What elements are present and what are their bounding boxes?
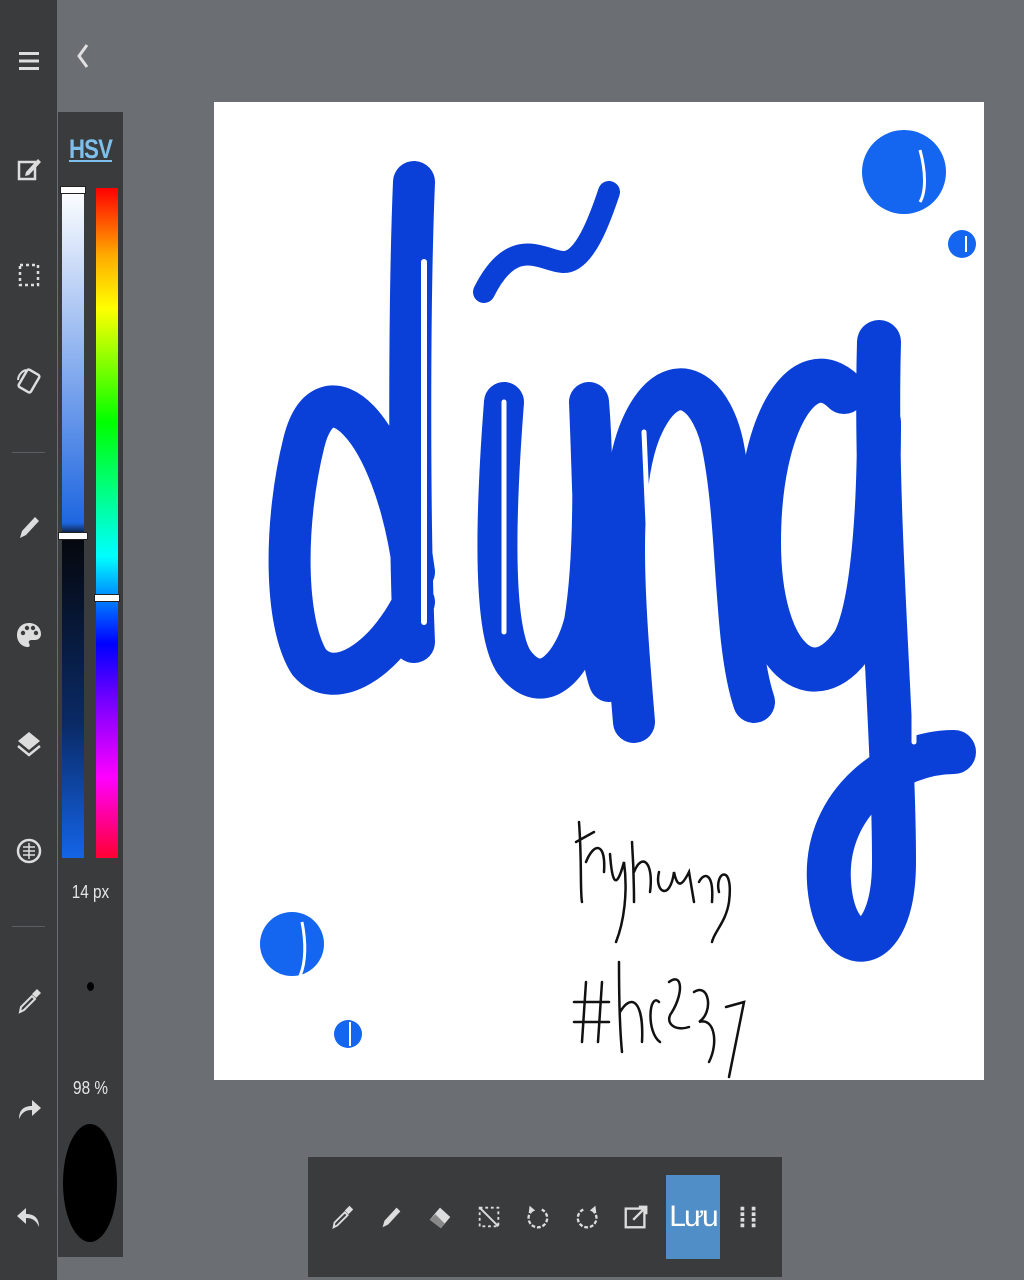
materials-icon [16, 838, 42, 864]
letter-u-stroke [477, 382, 629, 702]
eyedropper-icon [18, 989, 41, 1014]
sv-slider-thumb[interactable] [58, 532, 88, 541]
eyedropper-icon [332, 1205, 354, 1229]
pen-icon [20, 517, 39, 538]
color-panel: HSV 14 px 98 % [58, 112, 123, 1257]
brush-size-preview [87, 982, 94, 991]
brush-size-label[interactable]: 14 px [63, 882, 118, 903]
pen-tool-button[interactable] [8, 506, 50, 548]
eyedropper-button[interactable] [8, 980, 50, 1022]
edit-icon [17, 159, 41, 181]
bottom-toolbar: Lưu [308, 1157, 782, 1277]
toolbar-divider [12, 452, 45, 453]
rotate-right-button[interactable] [567, 1193, 607, 1241]
layers-icon [17, 732, 41, 757]
save-button[interactable]: Lưu [666, 1175, 720, 1259]
pen-tool-button[interactable] [371, 1193, 411, 1241]
redo-button[interactable] [8, 1088, 50, 1130]
sv-slider-top-thumb[interactable] [60, 186, 86, 194]
current-color-swatch[interactable] [63, 1124, 117, 1242]
selection-button[interactable] [8, 254, 50, 296]
rotate-left-icon [527, 1205, 549, 1229]
materials-button[interactable] [8, 830, 50, 872]
saturation-value-slider[interactable] [58, 186, 88, 858]
export-icon [624, 1205, 648, 1229]
rotate-button[interactable] [8, 360, 50, 402]
export-button[interactable] [616, 1193, 656, 1241]
handwritten-signature [572, 820, 746, 1079]
drawing-canvas[interactable] [214, 102, 984, 1080]
color-mode-tab[interactable]: HSV [64, 134, 117, 165]
brush-opacity-label[interactable]: 98 % [63, 1078, 118, 1099]
undo-icon [17, 1208, 39, 1227]
eraser-tool-button[interactable] [420, 1193, 460, 1241]
eraser-icon [429, 1207, 451, 1229]
tilde-stroke [473, 181, 620, 303]
clear-selection-button[interactable] [469, 1193, 509, 1241]
collapse-panel-button[interactable] [68, 38, 98, 74]
chevron-left-icon [77, 44, 89, 68]
layers-button[interactable] [8, 722, 50, 764]
more-options-button[interactable] [728, 1193, 768, 1241]
letter-g-stroke [737, 319, 976, 962]
rotate-icon [17, 368, 41, 394]
rotate-right-icon [576, 1205, 598, 1229]
toolbar-divider [12, 926, 45, 927]
menu-button[interactable] [8, 40, 50, 82]
eyedropper-tool-button[interactable] [322, 1193, 362, 1241]
left-toolbar [0, 0, 57, 1280]
selection-icon [18, 263, 40, 287]
grid-dots-icon [740, 1206, 756, 1228]
edit-button[interactable] [8, 148, 50, 190]
hue-slider[interactable] [94, 188, 120, 858]
artwork [260, 130, 976, 1079]
palette-icon [17, 623, 41, 647]
redo-icon [19, 1100, 41, 1119]
letter-d-stroke [268, 161, 435, 695]
letter-n-stroke [603, 368, 775, 743]
undo-button[interactable] [8, 1196, 50, 1238]
hue-slider-thumb[interactable] [94, 593, 120, 602]
rotate-left-button[interactable] [518, 1193, 558, 1241]
pen-icon [382, 1207, 401, 1228]
menu-icon [19, 52, 39, 70]
clear-selection-icon [478, 1206, 500, 1228]
palette-button[interactable] [8, 614, 50, 656]
